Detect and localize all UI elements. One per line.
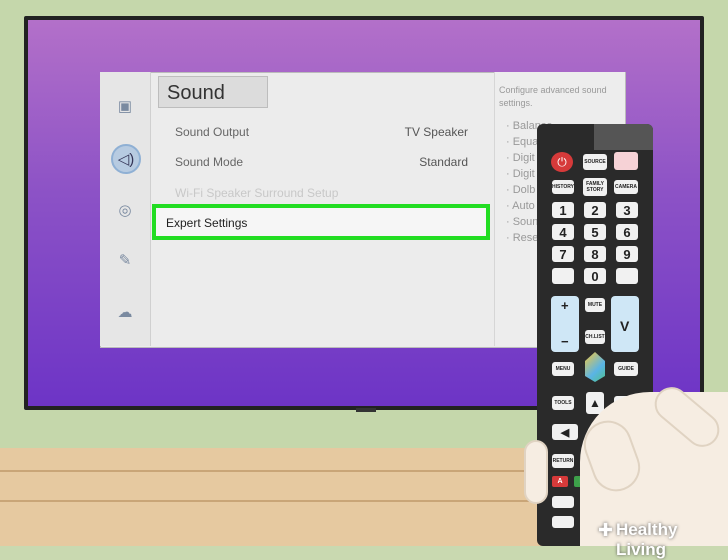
- watermark: Healthy Living: [616, 520, 678, 559]
- sound-output-value: TV Speaker: [404, 125, 468, 139]
- broadcast-icon[interactable]: ◎: [111, 196, 139, 224]
- color-a-button[interactable]: A: [552, 476, 568, 487]
- wifi-speaker-setup-label: Wi-Fi Speaker Surround Setup: [175, 186, 339, 200]
- digit-button[interactable]: 2: [584, 202, 606, 218]
- digit-button[interactable]: 0: [584, 268, 606, 284]
- guide-button[interactable]: GUIDE: [614, 362, 638, 376]
- support-icon[interactable]: ☁: [111, 298, 139, 326]
- sound-mode-label[interactable]: Sound Mode: [175, 155, 243, 169]
- prech-button[interactable]: [616, 268, 638, 284]
- blank-button[interactable]: [552, 496, 574, 508]
- digit-button[interactable]: 9: [616, 246, 638, 262]
- digit-button[interactable]: 6: [616, 224, 638, 240]
- sound-output-label[interactable]: Sound Output: [175, 125, 249, 139]
- finger: [524, 440, 548, 504]
- blank-button[interactable]: [614, 152, 638, 170]
- volume-down-label: −: [561, 334, 569, 349]
- page-title: Sound: [158, 76, 268, 108]
- wrench-icon[interactable]: ✎: [111, 246, 139, 274]
- plus-icon: ✚: [598, 520, 614, 540]
- digit-button[interactable]: 3: [616, 202, 638, 218]
- digit-button[interactable]: 8: [584, 246, 606, 262]
- menu-button[interactable]: MENU: [552, 362, 574, 376]
- sound-icon[interactable]: ◁): [111, 144, 141, 174]
- source-button[interactable]: SOURCE: [583, 154, 607, 170]
- mute-button[interactable]: MUTE: [585, 298, 605, 312]
- tv-stand: [356, 408, 376, 412]
- channel-list-button[interactable]: CH.LIST: [585, 330, 605, 344]
- volume-up-label: +: [561, 298, 569, 313]
- sound-mode-value: Standard: [419, 155, 468, 169]
- bullet-item: · Rese: [506, 232, 539, 244]
- expert-settings-label: Expert Settings: [166, 216, 248, 230]
- history-button[interactable]: HISTORY: [552, 180, 574, 194]
- dash-button[interactable]: [552, 268, 574, 284]
- digit-button[interactable]: 4: [552, 224, 574, 240]
- tools-button[interactable]: TOOLS: [552, 396, 574, 410]
- bullet-item: · Digit: [506, 152, 535, 164]
- return-button[interactable]: RETURN: [552, 454, 574, 468]
- digit-button[interactable]: 1: [552, 202, 574, 218]
- family-story-button[interactable]: FAMILY STORY: [583, 178, 607, 196]
- channel-label: V: [620, 318, 630, 334]
- picture-icon[interactable]: ▣: [111, 92, 139, 120]
- remote-ir-window: [594, 124, 653, 150]
- bullet-item: · Dolb: [506, 184, 536, 196]
- blank-button[interactable]: [552, 516, 574, 528]
- power-icon[interactable]: ⏻: [551, 152, 573, 172]
- digit-button[interactable]: 5: [584, 224, 606, 240]
- bullet-item: · Digit: [506, 168, 535, 180]
- bullet-item: · Auto: [506, 200, 535, 212]
- bullet-item: · Soun: [506, 216, 539, 228]
- camera-button[interactable]: CAMERA: [614, 180, 638, 194]
- bullet-item: · Equa: [506, 136, 539, 148]
- arrow-left-icon[interactable]: ◀: [552, 424, 578, 440]
- digit-button[interactable]: 7: [552, 246, 574, 262]
- description-text: Configure advanced sound settings.: [499, 85, 607, 108]
